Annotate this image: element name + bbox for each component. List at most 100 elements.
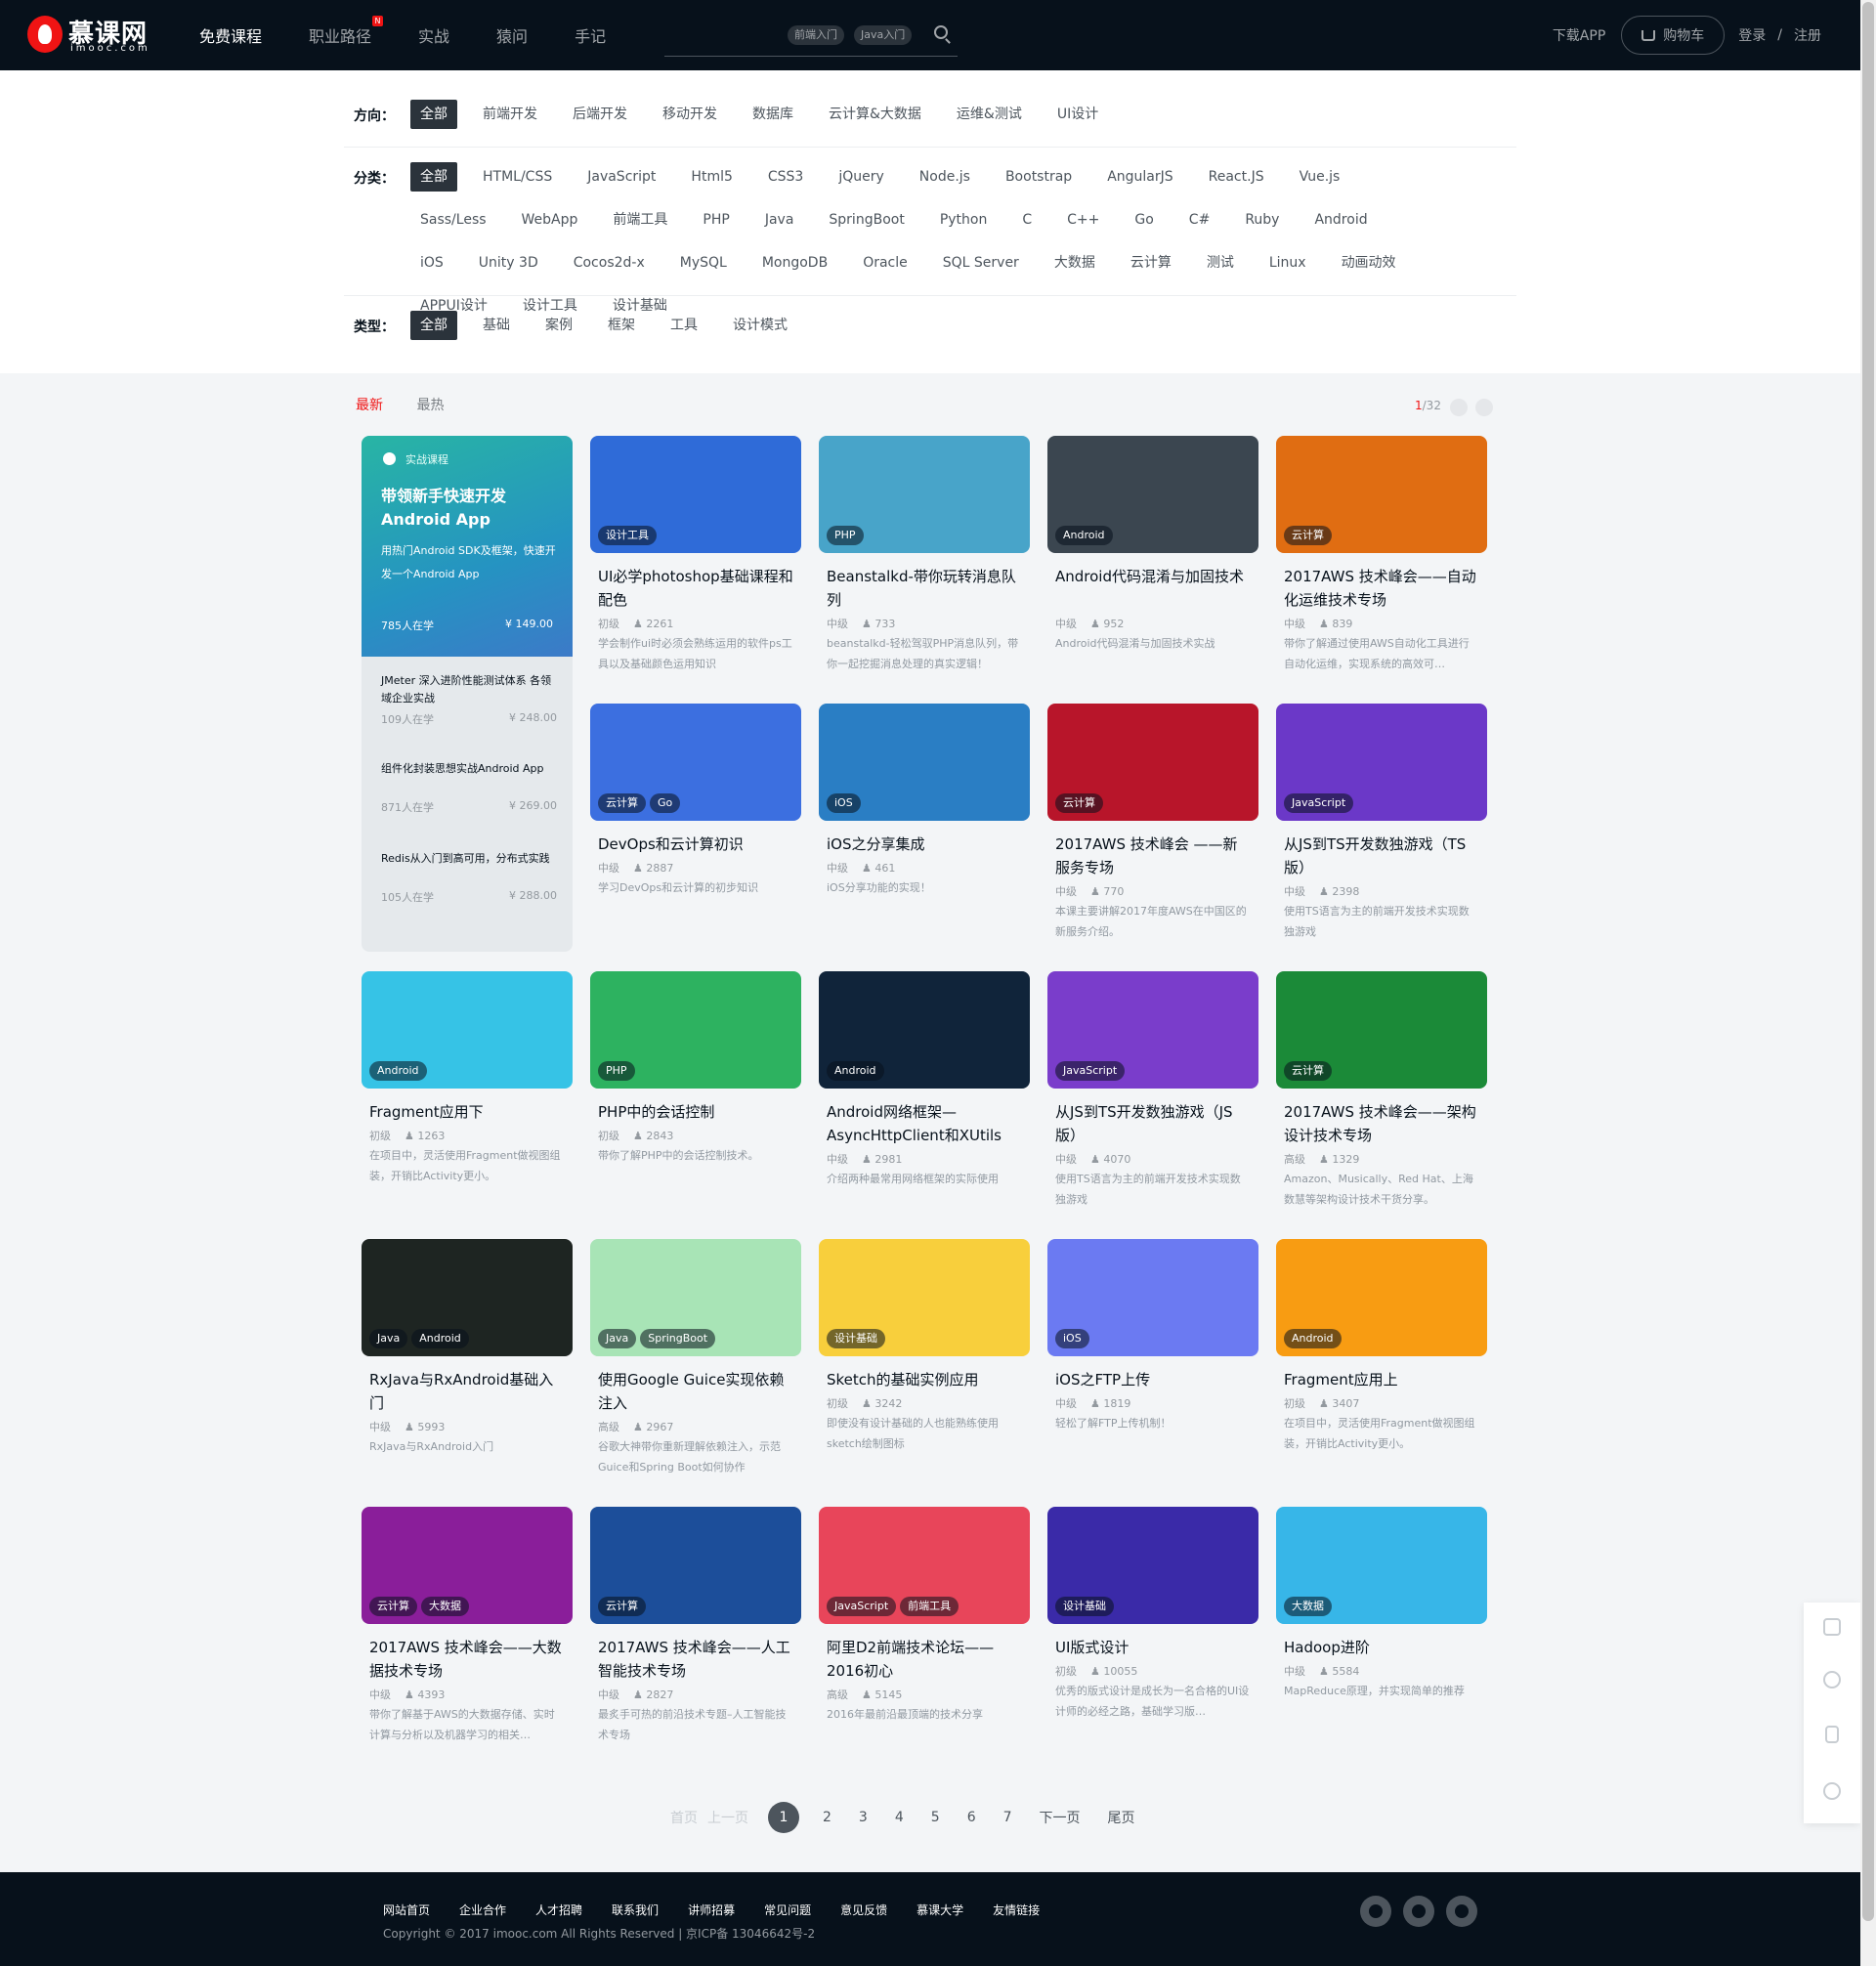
course-title[interactable]: 从JS到TS开发数独游戏（JS版）	[1055, 1100, 1251, 1147]
course-card[interactable]: 设计基础 UI版式设计 初级 ♟ 10055 优秀的版式设计是成长为一名合格的UI设计师…	[1047, 1507, 1258, 1753]
filter-option[interactable]: JavaScript	[577, 162, 665, 192]
sort-hottest[interactable]: 最热	[416, 398, 444, 413]
login-link[interactable]: 登录	[1738, 25, 1766, 45]
filter-option[interactable]: Html5	[681, 162, 742, 192]
course-card[interactable]: 云计算 2017AWS 技术峰会——自动化运维技术专场 中级 ♟ 839 带你了解通过使…	[1276, 436, 1487, 682]
filter-option[interactable]: C++	[1057, 205, 1109, 235]
course-thumbnail[interactable]: iOS	[1047, 1239, 1258, 1356]
course-title[interactable]: 从JS到TS开发数独游戏（TS版）	[1284, 833, 1479, 879]
search-hot-tag[interactable]: Java入门	[854, 25, 913, 45]
filter-option[interactable]: Linux	[1259, 248, 1316, 278]
download-app-link[interactable]: 下载APP	[1553, 25, 1605, 45]
course-thumbnail[interactable]: Java SpringBoot	[590, 1239, 801, 1356]
nav-notes[interactable]: 手记	[575, 23, 606, 47]
filter-option[interactable]: 前端工具	[603, 205, 677, 235]
course-title[interactable]: iOS之FTP上传	[1055, 1368, 1251, 1391]
course-thumbnail[interactable]: PHP	[819, 436, 1030, 553]
course-thumbnail[interactable]: 云计算	[1276, 436, 1487, 553]
course-thumbnail[interactable]: Android	[1276, 1239, 1487, 1356]
course-thumbnail[interactable]: JavaScript	[1047, 971, 1258, 1089]
filter-option[interactable]: 数据库	[743, 100, 803, 129]
filter-option[interactable]: jQuery	[829, 162, 893, 192]
course-title[interactable]: UI必学photoshop基础课程和配色	[598, 565, 793, 612]
course-thumbnail[interactable]: iOS	[819, 704, 1030, 821]
course-thumbnail[interactable]: Java Android	[362, 1239, 573, 1356]
course-title[interactable]: Fragment应用下	[369, 1100, 565, 1124]
filter-option[interactable]: Android	[1304, 205, 1377, 235]
course-title[interactable]: RxJava与RxAndroid基础入门	[369, 1368, 565, 1415]
wechat-icon[interactable]	[1360, 1896, 1391, 1927]
last-page-link[interactable]: 尾页	[1108, 1808, 1135, 1827]
cart-button[interactable]: 购物车	[1621, 16, 1726, 55]
course-card[interactable]: Android Android网络框架—AsyncHttpClient和XUtil…	[819, 971, 1030, 1218]
course-thumbnail[interactable]: 设计基础	[1047, 1507, 1258, 1624]
featured-list-item[interactable]: JMeter 深入进阶性能测试体系 各领域企业实战 109人在学 ¥ 248.0…	[381, 672, 557, 731]
course-card[interactable]: Android Fragment应用上 初级 ♟ 3407 在项目中，灵活使用Fragm…	[1276, 1239, 1487, 1485]
filter-option[interactable]: 移动开发	[653, 100, 727, 129]
mobile-app-icon[interactable]	[1825, 1726, 1839, 1743]
course-title[interactable]: 2017AWS 技术峰会——大数据技术专场	[369, 1636, 565, 1683]
filter-option[interactable]: Go	[1125, 205, 1163, 235]
nav-free-courses[interactable]: 免费课程	[199, 23, 262, 47]
course-card[interactable]: 云计算 2017AWS 技术峰会——人工智能技术专场 中级 ♟ 2827 最炙手可热的前…	[590, 1507, 801, 1753]
course-card[interactable]: 云计算 大数据 2017AWS 技术峰会——大数据技术专场 中级 ♟ 4393 带你了解基…	[362, 1507, 573, 1753]
course-thumbnail[interactable]: 云计算	[1276, 971, 1487, 1089]
course-card[interactable]: 云计算 Go DevOps和云计算初识 中级 ♟ 2887 学习DevOps和云计算的初步…	[590, 704, 801, 950]
course-thumbnail[interactable]: 设计工具	[590, 436, 801, 553]
course-title[interactable]: 使用Google Guice实现依赖注入	[598, 1368, 793, 1415]
course-card[interactable]: 大数据 Hadoop进阶 中级 ♟ 5584 MapReduce原理，并实现简单的推荐	[1276, 1507, 1487, 1753]
search-box[interactable]: 前端入门 Java入门	[664, 14, 958, 57]
course-thumbnail[interactable]: 云计算 Go	[590, 704, 801, 821]
course-card[interactable]: Android Fragment应用下 初级 ♟ 1263 在项目中，灵活使用Fragm…	[362, 971, 573, 1218]
course-card[interactable]: iOS iOS之FTP上传 中级 ♟ 1819 轻松了解FTP上传机制！	[1047, 1239, 1258, 1485]
course-title[interactable]: 2017AWS 技术峰会 ——新服务专场	[1055, 833, 1251, 879]
course-thumbnail[interactable]: 云计算 大数据	[362, 1507, 573, 1624]
filter-option[interactable]: 框架	[598, 311, 645, 340]
course-thumbnail[interactable]: Android	[362, 971, 573, 1089]
filter-option[interactable]: WebApp	[512, 205, 588, 235]
scrollbar-thumb[interactable]	[1862, 2, 1874, 1921]
filter-option[interactable]: 基础	[473, 311, 520, 340]
course-card[interactable]: Java Android RxJava与RxAndroid基础入门 中级 ♟ 5993 R…	[362, 1239, 573, 1485]
course-thumbnail[interactable]: Android	[1047, 436, 1258, 553]
featured-list-item[interactable]: 组件化封装思想实战Android App 871人在学 ¥ 269.00	[381, 760, 557, 819]
filter-option[interactable]: Sass/Less	[410, 205, 496, 235]
filter-option[interactable]: React.JS	[1199, 162, 1274, 192]
filter-option[interactable]: 前端开发	[473, 100, 547, 129]
filter-option[interactable]: 测试	[1197, 248, 1244, 278]
course-card[interactable]: 设计基础 Sketch的基础实例应用 初级 ♟ 3242 即使没有设计基础的人也能熟练使…	[819, 1239, 1030, 1485]
course-title[interactable]: Android代码混淆与加固技术	[1055, 565, 1251, 588]
filter-option[interactable]: C	[1012, 205, 1042, 235]
nav-practice[interactable]: 实战	[418, 23, 449, 47]
course-thumbnail[interactable]: 设计基础	[819, 1239, 1030, 1356]
course-card[interactable]: iOS iOS之分享集成 中级 ♟ 461 iOS分享功能的实现！	[819, 704, 1030, 950]
course-thumbnail[interactable]: 大数据	[1276, 1507, 1487, 1624]
course-card[interactable]: PHP PHP中的会话控制 初级 ♟ 2843 带你了解PHP中的会话控制技术。	[590, 971, 801, 1218]
qq-icon[interactable]	[1446, 1896, 1477, 1927]
page-number[interactable]: 2	[823, 1810, 831, 1825]
footer-link[interactable]: 意见反馈	[840, 1902, 887, 1918]
filter-option[interactable]: AngularJS	[1097, 162, 1182, 192]
course-card[interactable]: PHP Beanstalkd-带你玩转消息队列 中级 ♟ 733 beanstalkd-…	[819, 436, 1030, 682]
page-number[interactable]: 4	[895, 1810, 904, 1825]
page-number-current[interactable]: 1	[768, 1802, 799, 1833]
filter-option[interactable]: 后端开发	[563, 100, 637, 129]
filter-option[interactable]: Node.js	[910, 162, 980, 192]
filter-option[interactable]: Unity 3D	[469, 248, 548, 278]
next-page-link[interactable]: 下一页	[1040, 1808, 1081, 1827]
page-number[interactable]: 5	[931, 1810, 940, 1825]
course-title[interactable]: Sketch的基础实例应用	[827, 1368, 1022, 1391]
filter-option[interactable]: 全部	[410, 162, 457, 192]
filter-option[interactable]: MongoDB	[752, 248, 837, 278]
footer-link[interactable]: 联系我们	[612, 1902, 659, 1918]
filter-option[interactable]: SpringBoot	[819, 205, 914, 235]
course-title[interactable]: UI版式设计	[1055, 1636, 1251, 1659]
filter-option[interactable]: Python	[930, 205, 998, 235]
filter-option[interactable]: CSS3	[758, 162, 813, 192]
filter-option[interactable]: 设计模式	[723, 311, 797, 340]
next-arrow-icon[interactable]	[1475, 399, 1493, 416]
prev-arrow-icon[interactable]	[1450, 399, 1468, 416]
course-title[interactable]: Hadoop进阶	[1284, 1636, 1479, 1659]
filter-option[interactable]: 运维&测试	[947, 100, 1032, 129]
featured-course-card[interactable]: 实战课程 带领新手快速开发Android App 用热门Android SDK及…	[362, 436, 573, 952]
